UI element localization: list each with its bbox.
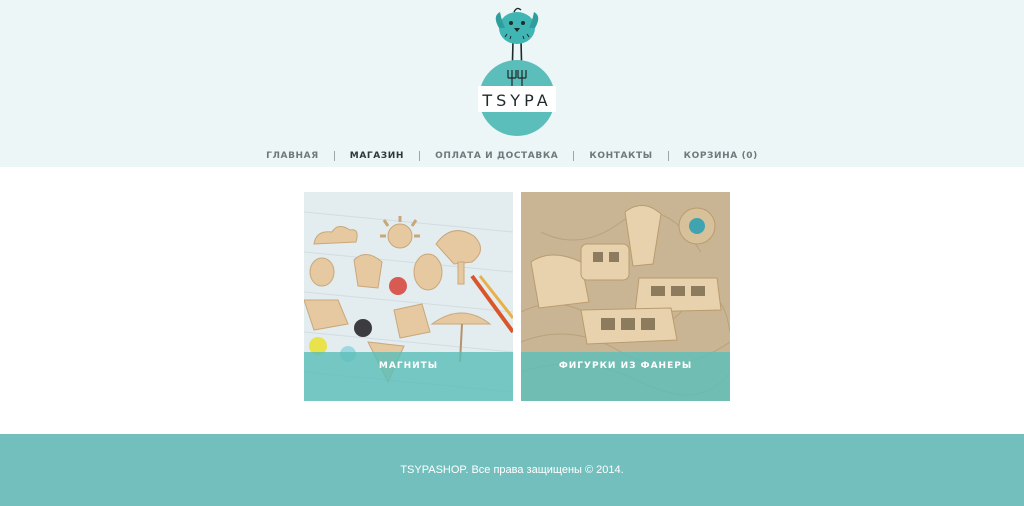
category-tile-magnets[interactable]: МАГНИТЫ (304, 192, 513, 401)
nav-item-payment-delivery[interactable]: ОПЛАТА И ДОСТАВКА (420, 150, 573, 162)
site-logo[interactable]: TSYPA (472, 4, 562, 140)
category-label-band: МАГНИТЫ (304, 352, 513, 401)
site-header: TSYPA ГЛАВНАЯ МАГАЗИН ОПЛАТА И ДОСТАВКА … (0, 0, 1024, 167)
logo-text: TSYPA (482, 91, 552, 110)
nav-item-shop[interactable]: МАГАЗИН (335, 150, 419, 162)
main-nav: ГЛАВНАЯ МАГАЗИН ОПЛАТА И ДОСТАВКА КОНТАК… (0, 149, 1024, 163)
nav-item-home[interactable]: ГЛАВНАЯ (251, 150, 334, 162)
category-label: МАГНИТЫ (378, 360, 439, 371)
category-label: ФИГУРКИ ИЗ ФАНЕРЫ (558, 360, 693, 371)
category-label-band: ФИГУРКИ ИЗ ФАНЕРЫ (521, 352, 730, 401)
category-tile-plywood-figures[interactable]: ФИГУРКИ ИЗ ФАНЕРЫ (521, 192, 730, 401)
nav-item-cart[interactable]: КОРЗИНА (0) (669, 150, 773, 162)
copyright-text: TSYPASHOP. Все права защищены © 2014. (400, 464, 624, 476)
site-footer: TSYPASHOP. Все права защищены © 2014. (0, 434, 1024, 506)
bird-logo-icon (478, 7, 556, 136)
nav-item-contacts[interactable]: КОНТАКТЫ (574, 150, 667, 162)
